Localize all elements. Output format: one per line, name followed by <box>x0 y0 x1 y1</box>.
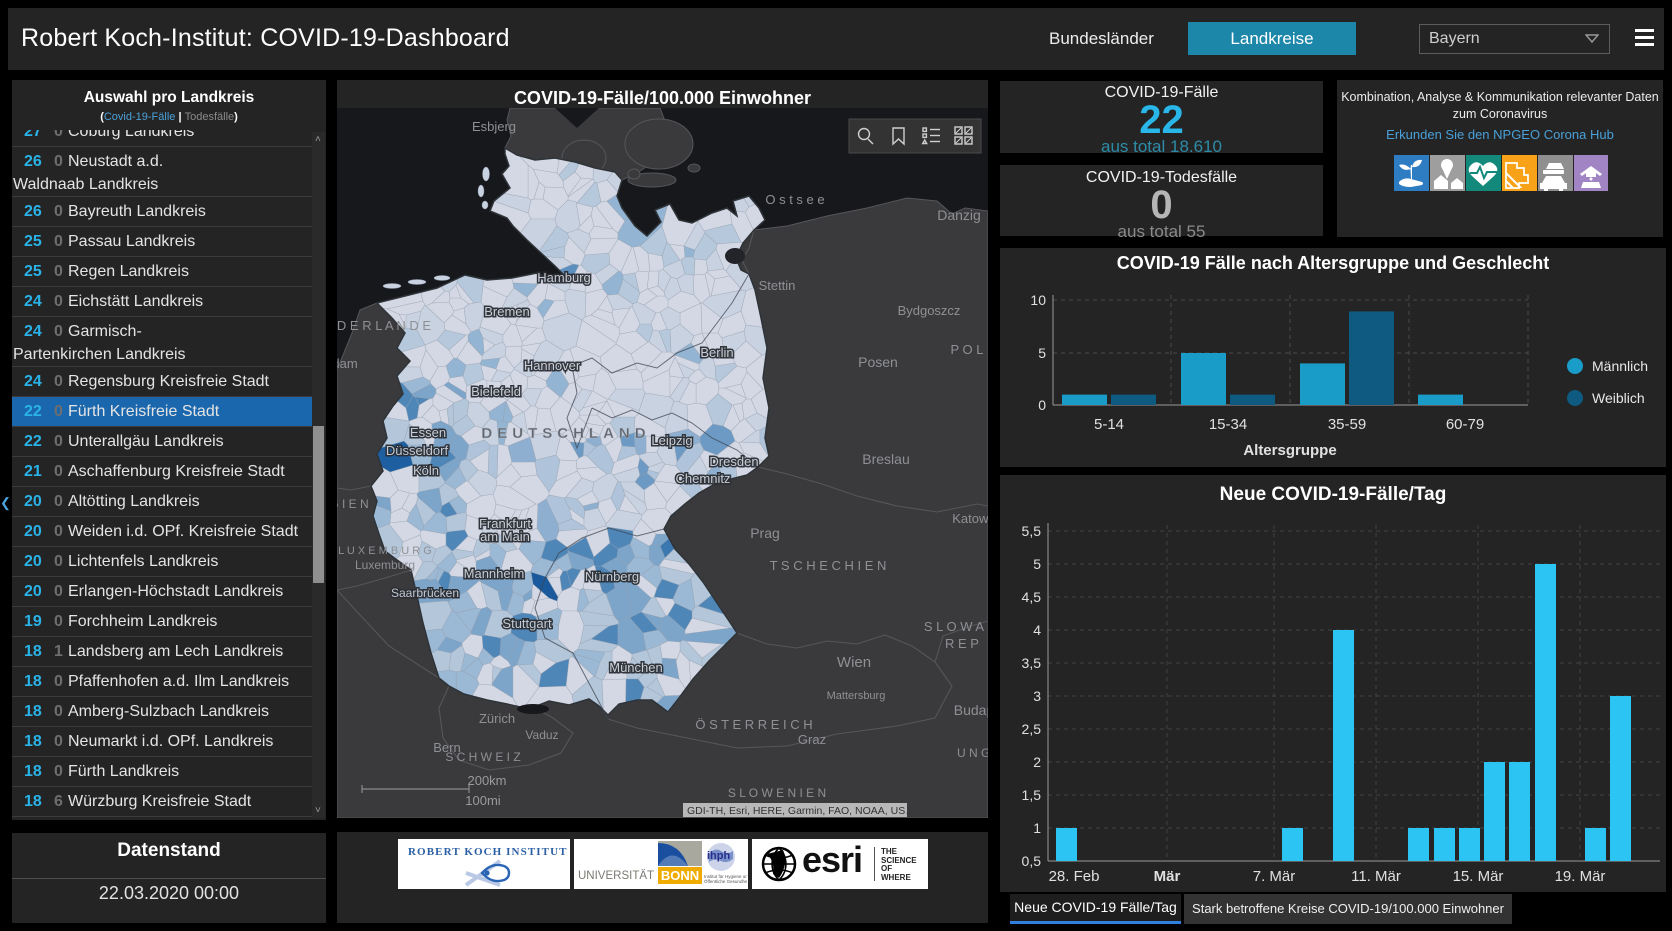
svg-text:Altersgruppe: Altersgruppe <box>1243 442 1336 459</box>
svg-text:COVID-19 Fälle nach Altersgrup: COVID-19 Fälle nach Altersgruppe und Ges… <box>1117 253 1549 273</box>
svg-text:200km: 200km <box>467 773 506 788</box>
svg-text:DEUTSCHLAND: DEUTSCHLAND <box>481 425 650 442</box>
svg-text:60-79: 60-79 <box>1446 416 1484 433</box>
svg-text:S C H W E I Z: S C H W E I Z <box>445 750 520 764</box>
svg-text:Stuttgart: Stuttgart <box>502 616 552 631</box>
svg-text:Bremen: Bremen <box>484 304 530 319</box>
svg-text:am Main: am Main <box>480 529 530 544</box>
svg-text:Vaduz: Vaduz <box>525 728 558 742</box>
svg-text:3,5: 3,5 <box>1022 655 1042 671</box>
svg-text:1: 1 <box>1033 820 1041 836</box>
svg-text:Nürnberg: Nürnberg <box>585 569 639 584</box>
svg-text:15. Mär: 15. Mär <box>1453 868 1504 885</box>
svg-text:0,5: 0,5 <box>1022 853 1042 869</box>
svg-text:D E R L A N D E: D E R L A N D E <box>337 318 431 333</box>
svg-text:7. Mär: 7. Mär <box>1253 868 1296 885</box>
svg-text:Wien: Wien <box>837 654 871 671</box>
svg-text:5-14: 5-14 <box>1094 416 1124 433</box>
svg-text:L U X E M B U R G: L U X E M B U R G <box>338 545 432 557</box>
svg-text:Hannover: Hannover <box>524 358 581 373</box>
svg-text:Bielefeld: Bielefeld <box>471 384 521 399</box>
svg-text:GDI-TH, Esri, HERE, Garmin, FA: GDI-TH, Esri, HERE, Garmin, FAO, NOAA, U… <box>687 805 916 817</box>
svg-text:4,5: 4,5 <box>1022 589 1042 605</box>
svg-text:5,5: 5,5 <box>1022 523 1042 539</box>
svg-text:U N G A: U N G A <box>957 746 988 760</box>
svg-text:Bydgoszcz: Bydgoszcz <box>898 303 961 318</box>
svg-text:Hamburg: Hamburg <box>537 270 590 285</box>
svg-text:Danzig: Danzig <box>937 207 981 223</box>
svg-text:Posen: Posen <box>858 354 898 370</box>
svg-text:Stettin: Stettin <box>759 278 796 293</box>
svg-text:Luxemburg: Luxemburg <box>355 558 415 572</box>
svg-text:S L O W A: S L O W A <box>924 619 985 634</box>
svg-text:Mär: Mär <box>1154 868 1181 885</box>
svg-text:Zürich: Zürich <box>479 711 515 726</box>
svg-text:4: 4 <box>1033 622 1041 638</box>
svg-text:Leipzig: Leipzig <box>651 433 692 448</box>
svg-text:München: München <box>609 660 662 675</box>
svg-text:1,5: 1,5 <box>1022 787 1042 803</box>
svg-text:28. Feb: 28. Feb <box>1049 868 1100 885</box>
svg-text:Saarbrücken: Saarbrücken <box>391 586 459 600</box>
svg-text:Esbjerg: Esbjerg <box>472 119 516 134</box>
svg-text:0: 0 <box>1038 397 1046 413</box>
svg-text:dam: dam <box>337 356 358 371</box>
svg-text:11. Mär: 11. Mär <box>1351 868 1401 885</box>
svg-text:P O L: P O L <box>950 342 983 357</box>
svg-text:R E P: R E P <box>945 636 979 651</box>
svg-text:15-34: 15-34 <box>1209 416 1247 433</box>
svg-text:19. Mär: 19. Mär <box>1555 868 1606 885</box>
svg-text:3: 3 <box>1033 688 1041 704</box>
svg-text:Essen: Essen <box>410 425 446 440</box>
svg-text:Katowic: Katowic <box>952 511 988 526</box>
svg-text:Berlin: Berlin <box>700 345 733 360</box>
svg-text:O s t s e e: O s t s e e <box>765 192 824 207</box>
svg-text:Budap: Budap <box>954 702 988 718</box>
svg-text:Dresden: Dresden <box>709 454 758 469</box>
svg-text:Neue COVID-19-Fälle/Tag: Neue COVID-19-Fälle/Tag <box>1220 484 1447 505</box>
svg-text:5: 5 <box>1038 345 1046 361</box>
svg-text:2: 2 <box>1033 754 1041 770</box>
svg-text:T S C H E C H I E N: T S C H E C H I E N <box>770 558 887 573</box>
svg-text:100mi: 100mi <box>465 793 501 808</box>
svg-text:10: 10 <box>1030 292 1046 308</box>
svg-text:S L O W E N I E N: S L O W E N I E N <box>728 786 826 800</box>
svg-text:5: 5 <box>1033 556 1041 572</box>
svg-text:Düsseldorf: Düsseldorf <box>386 443 449 458</box>
svg-text:Weiblich: Weiblich <box>1592 390 1645 406</box>
svg-text:35-59: 35-59 <box>1328 416 1366 433</box>
svg-text:Männlich: Männlich <box>1592 358 1648 374</box>
svg-text:G I E N: G I E N <box>337 497 369 511</box>
svg-text:Breslau: Breslau <box>862 451 909 467</box>
svg-text:Chemnitz: Chemnitz <box>676 471 731 486</box>
svg-text:Ö S T E R R E I C H: Ö S T E R R E I C H <box>695 717 812 732</box>
svg-text:2,5: 2,5 <box>1022 721 1042 737</box>
svg-text:Prag: Prag <box>750 525 780 541</box>
svg-text:Köln: Köln <box>413 463 439 478</box>
svg-text:Mannheim: Mannheim <box>464 566 525 581</box>
svg-text:Mattersburg: Mattersburg <box>827 690 886 702</box>
svg-text:Graz: Graz <box>798 732 826 747</box>
